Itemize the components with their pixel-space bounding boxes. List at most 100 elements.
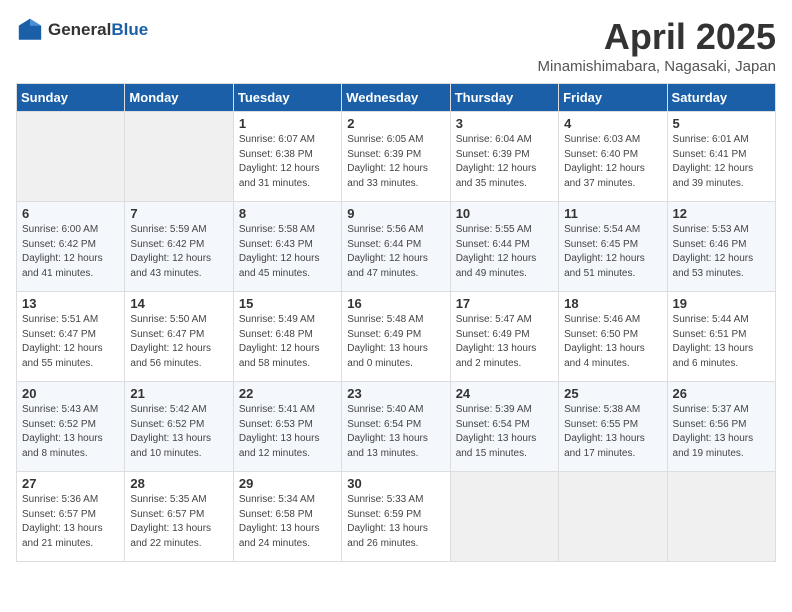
calendar-cell: 4 Sunrise: 6:03 AMSunset: 6:40 PMDaylight… — [559, 112, 667, 202]
calendar-cell: 29 Sunrise: 5:34 AMSunset: 6:58 PMDayligh… — [233, 472, 341, 562]
calendar-cell: 27 Sunrise: 5:36 AMSunset: 6:57 PMDayligh… — [17, 472, 125, 562]
calendar-header-wednesday: Wednesday — [342, 84, 450, 112]
page-header: GeneralBlue April 2025 Minamishimabara, … — [16, 16, 776, 75]
day-number: 24 — [456, 386, 553, 401]
cell-info: Sunrise: 5:40 AMSunset: 6:54 PMDaylight:… — [347, 404, 428, 459]
cell-info: Sunrise: 5:42 AMSunset: 6:52 PMDaylight:… — [130, 404, 211, 459]
logo-blue-text: Blue — [111, 20, 148, 39]
day-number: 17 — [456, 296, 553, 311]
day-number: 11 — [564, 206, 661, 221]
cell-info: Sunrise: 5:44 AMSunset: 6:51 PMDaylight:… — [673, 314, 754, 369]
day-number: 4 — [564, 116, 661, 131]
calendar-cell — [559, 472, 667, 562]
calendar-week-1: 1Sunrise: 6:07 AMSunset: 6:38 PMDaylight… — [17, 112, 776, 202]
day-number: 10 — [456, 206, 553, 221]
day-number: 19 — [673, 296, 770, 311]
day-number: 29 — [239, 476, 336, 491]
cell-info: Sunrise: 5:49 AMSunset: 6:48 PMDaylight:… — [239, 314, 320, 369]
calendar-body: 1Sunrise: 6:07 AMSunset: 6:38 PMDaylight… — [17, 112, 776, 562]
cell-info: Sunrise: 6:01 AMSunset: 6:41 PMDaylight:… — [673, 134, 754, 189]
calendar-header-thursday: Thursday — [450, 84, 558, 112]
cell-info: Sunrise: 5:36 AMSunset: 6:57 PMDaylight:… — [22, 494, 103, 549]
day-number: 20 — [22, 386, 119, 401]
cell-info: Sunrise: 6:03 AMSunset: 6:40 PMDaylight:… — [564, 134, 645, 189]
day-number: 21 — [130, 386, 227, 401]
logo: GeneralBlue — [16, 16, 148, 44]
cell-info: Sunrise: 5:33 AMSunset: 6:59 PMDaylight:… — [347, 494, 428, 549]
logo-icon — [16, 16, 44, 44]
cell-info: Sunrise: 6:00 AMSunset: 6:42 PMDaylight:… — [22, 224, 103, 279]
calendar-cell: 21 Sunrise: 5:42 AMSunset: 6:52 PMDayligh… — [125, 382, 233, 472]
calendar-cell: 5 Sunrise: 6:01 AMSunset: 6:41 PMDaylight… — [667, 112, 775, 202]
cell-info: Sunrise: 5:39 AMSunset: 6:54 PMDaylight:… — [456, 404, 537, 459]
calendar-cell: 8 Sunrise: 5:58 AMSunset: 6:43 PMDaylight… — [233, 202, 341, 292]
cell-info: Sunrise: 5:59 AMSunset: 6:42 PMDaylight:… — [130, 224, 211, 279]
cell-info: Sunrise: 5:53 AMSunset: 6:46 PMDaylight:… — [673, 224, 754, 279]
calendar-cell: 6 Sunrise: 6:00 AMSunset: 6:42 PMDaylight… — [17, 202, 125, 292]
day-number: 28 — [130, 476, 227, 491]
day-number: 27 — [22, 476, 119, 491]
cell-info: Sunrise: 5:37 AMSunset: 6:56 PMDaylight:… — [673, 404, 754, 459]
day-number: 2 — [347, 116, 444, 131]
calendar-header-tuesday: Tuesday — [233, 84, 341, 112]
calendar-cell: 22 Sunrise: 5:41 AMSunset: 6:53 PMDayligh… — [233, 382, 341, 472]
cell-info: Sunrise: 5:41 AMSunset: 6:53 PMDaylight:… — [239, 404, 320, 459]
day-number: 5 — [673, 116, 770, 131]
day-number: 6 — [22, 206, 119, 221]
day-number: 13 — [22, 296, 119, 311]
day-number: 16 — [347, 296, 444, 311]
calendar-cell: 1Sunrise: 6:07 AMSunset: 6:38 PMDaylight… — [233, 112, 341, 202]
calendar-cell: 24 Sunrise: 5:39 AMSunset: 6:54 PMDayligh… — [450, 382, 558, 472]
calendar-header-saturday: Saturday — [667, 84, 775, 112]
day-number: 30 — [347, 476, 444, 491]
calendar-cell — [667, 472, 775, 562]
day-number: 15 — [239, 296, 336, 311]
calendar-cell: 25 Sunrise: 5:38 AMSunset: 6:55 PMDayligh… — [559, 382, 667, 472]
calendar-cell: 12 Sunrise: 5:53 AMSunset: 6:46 PMDayligh… — [667, 202, 775, 292]
calendar-cell: 28 Sunrise: 5:35 AMSunset: 6:57 PMDayligh… — [125, 472, 233, 562]
cell-info: Sunrise: 5:35 AMSunset: 6:57 PMDaylight:… — [130, 494, 211, 549]
day-number: 23 — [347, 386, 444, 401]
calendar-cell: 26 Sunrise: 5:37 AMSunset: 6:56 PMDayligh… — [667, 382, 775, 472]
location-title: Minamishimabara, Nagasaki, Japan — [538, 58, 776, 75]
day-number: 8 — [239, 206, 336, 221]
calendar-week-4: 20Sunrise: 5:43 AMSunset: 6:52 PMDayligh… — [17, 382, 776, 472]
calendar-cell — [125, 112, 233, 202]
calendar-cell: 17 Sunrise: 5:47 AMSunset: 6:49 PMDayligh… — [450, 292, 558, 382]
calendar-week-2: 6 Sunrise: 6:00 AMSunset: 6:42 PMDaylight… — [17, 202, 776, 292]
calendar-cell: 10Sunrise: 5:55 AMSunset: 6:44 PMDayligh… — [450, 202, 558, 292]
day-number: 12 — [673, 206, 770, 221]
day-number: 25 — [564, 386, 661, 401]
title-area: April 2025 Minamishimabara, Nagasaki, Ja… — [538, 16, 776, 75]
cell-info: Sunrise: 5:48 AMSunset: 6:49 PMDaylight:… — [347, 314, 428, 369]
calendar-cell — [450, 472, 558, 562]
calendar-cell: 2Sunrise: 6:05 AMSunset: 6:39 PMDaylight… — [342, 112, 450, 202]
calendar-cell: 23 Sunrise: 5:40 AMSunset: 6:54 PMDayligh… — [342, 382, 450, 472]
day-number: 9 — [347, 206, 444, 221]
day-number: 26 — [673, 386, 770, 401]
calendar-cell — [17, 112, 125, 202]
calendar-header-row: SundayMondayTuesdayWednesdayThursdayFrid… — [17, 84, 776, 112]
cell-info: Sunrise: 5:47 AMSunset: 6:49 PMDaylight:… — [456, 314, 537, 369]
calendar-cell: 7Sunrise: 5:59 AMSunset: 6:42 PMDaylight… — [125, 202, 233, 292]
cell-info: Sunrise: 5:46 AMSunset: 6:50 PMDaylight:… — [564, 314, 645, 369]
day-number: 14 — [130, 296, 227, 311]
day-number: 18 — [564, 296, 661, 311]
day-number: 22 — [239, 386, 336, 401]
day-number: 1 — [239, 116, 336, 131]
cell-info: Sunrise: 6:04 AMSunset: 6:39 PMDaylight:… — [456, 134, 537, 189]
cell-info: Sunrise: 5:51 AMSunset: 6:47 PMDaylight:… — [22, 314, 103, 369]
calendar-week-5: 27 Sunrise: 5:36 AMSunset: 6:57 PMDayligh… — [17, 472, 776, 562]
cell-info: Sunrise: 5:34 AMSunset: 6:58 PMDaylight:… — [239, 494, 320, 549]
calendar-cell: 13 Sunrise: 5:51 AMSunset: 6:47 PMDayligh… — [17, 292, 125, 382]
calendar-cell: 14Sunrise: 5:50 AMSunset: 6:47 PMDayligh… — [125, 292, 233, 382]
calendar-cell: 16 Sunrise: 5:48 AMSunset: 6:49 PMDayligh… — [342, 292, 450, 382]
calendar-header-monday: Monday — [125, 84, 233, 112]
calendar-header-sunday: Sunday — [17, 84, 125, 112]
cell-info: Sunrise: 5:58 AMSunset: 6:43 PMDaylight:… — [239, 224, 320, 279]
calendar-cell: 30 Sunrise: 5:33 AMSunset: 6:59 PMDayligh… — [342, 472, 450, 562]
cell-info: Sunrise: 5:38 AMSunset: 6:55 PMDaylight:… — [564, 404, 645, 459]
calendar-cell: 3Sunrise: 6:04 AMSunset: 6:39 PMDaylight… — [450, 112, 558, 202]
calendar-cell: 15 Sunrise: 5:49 AMSunset: 6:48 PMDayligh… — [233, 292, 341, 382]
calendar-cell: 19 Sunrise: 5:44 AMSunset: 6:51 PMDayligh… — [667, 292, 775, 382]
